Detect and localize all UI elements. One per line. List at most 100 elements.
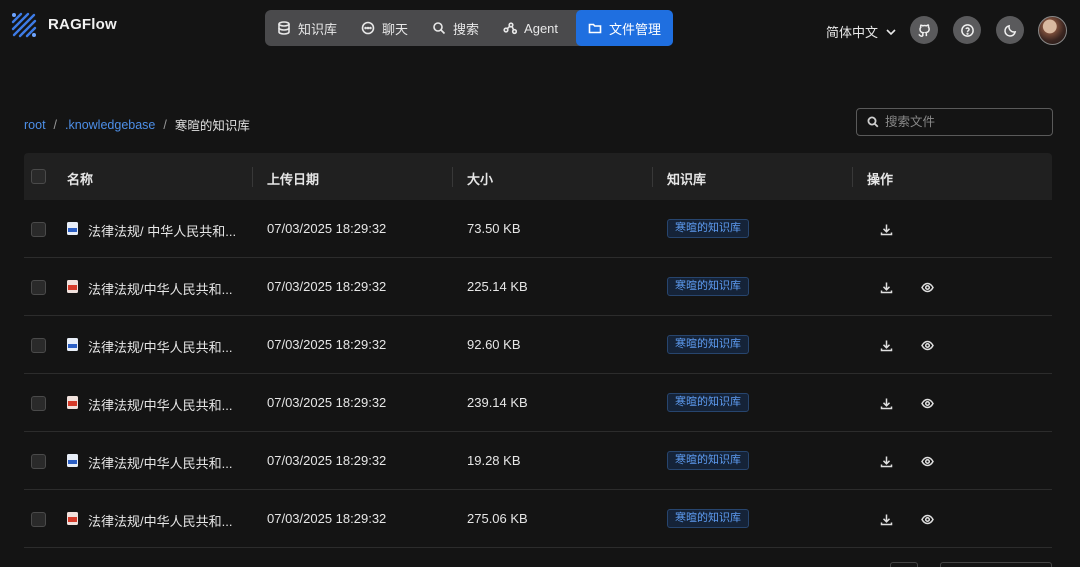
file-name[interactable]: 法律法规/中华人民共和...: [88, 337, 232, 356]
download-icon[interactable]: [880, 339, 893, 352]
moon-icon: [1003, 24, 1016, 37]
knowledge-base-tag: 寒暄的知识库: [667, 335, 749, 354]
upload-date: 07/03/2025 18:29:32: [267, 511, 387, 526]
knowledge-base-tag: 寒暄的知识库: [667, 393, 749, 412]
file-size: 239.14 KB: [467, 395, 528, 410]
nav-label: 文件管理: [608, 21, 661, 37]
table-body: 法律法规/ 中华人民共和... 07/03/2025 18:29:32 73.5…: [24, 200, 1052, 548]
file-size: 92.60 KB: [467, 337, 521, 352]
upload-date: 07/03/2025 18:29:32: [267, 221, 387, 236]
table-row[interactable]: 法律法规/中华人民共和... 07/03/2025 18:29:32 239.1…: [24, 374, 1052, 432]
search-icon: [433, 22, 446, 35]
database-icon: [278, 21, 290, 35]
table-row[interactable]: 法律法规/ 中华人民共和... 07/03/2025 18:29:32 73.5…: [24, 200, 1052, 258]
file-search-box[interactable]: [856, 108, 1053, 136]
upload-date: 07/03/2025 18:29:32: [267, 279, 387, 294]
breadcrumb-separator: /: [163, 117, 167, 132]
row-checkbox[interactable]: [31, 512, 46, 527]
table-row[interactable]: 法律法规/中华人民共和... 07/03/2025 18:29:32 225.1…: [24, 258, 1052, 316]
column-divider: [652, 167, 653, 187]
download-icon[interactable]: [880, 397, 893, 410]
row-checkbox[interactable]: [31, 338, 46, 353]
file-name[interactable]: 法律法规/中华人民共和...: [88, 453, 232, 472]
table-header: 名称 上传日期 大小 知识库 操作: [24, 153, 1052, 200]
column-divider: [452, 167, 453, 187]
upload-date: 07/03/2025 18:29:32: [267, 395, 387, 410]
pagination-page-button[interactable]: [890, 562, 918, 567]
user-avatar[interactable]: [1038, 16, 1067, 45]
download-icon[interactable]: [880, 281, 893, 294]
download-icon[interactable]: [880, 455, 893, 468]
breadcrumb-separator: /: [53, 117, 58, 132]
chevron-down-icon: [886, 28, 896, 35]
upload-date: 07/03/2025 18:29:32: [267, 453, 387, 468]
github-button[interactable]: [910, 16, 938, 44]
row-checkbox[interactable]: [31, 222, 46, 237]
file-size: 73.50 KB: [467, 221, 521, 236]
eye-preview-icon[interactable]: [921, 397, 934, 410]
file-table: 名称 上传日期 大小 知识库 操作 法律法规/ 中华人民共和... 07/03/…: [24, 153, 1052, 548]
column-upload-date[interactable]: 上传日期: [267, 169, 319, 188]
file-size: 19.28 KB: [467, 453, 521, 468]
file-name[interactable]: 法律法规/中华人民共和...: [88, 511, 232, 530]
chat-icon: [361, 21, 375, 35]
column-size[interactable]: 大小: [467, 169, 493, 188]
download-icon[interactable]: [880, 513, 893, 526]
pdf-file-icon: [67, 512, 78, 525]
doc-file-icon: [67, 338, 78, 351]
eye-preview-icon[interactable]: [921, 513, 934, 526]
top-header: RAGFlow 知识库 聊天 搜索 Agent 文件管理 简体中文: [0, 0, 1080, 60]
doc-file-icon: [67, 222, 78, 235]
column-divider: [252, 167, 253, 187]
nav-agent[interactable]: Agent: [491, 10, 570, 46]
nav-knowledge-base[interactable]: 知识库: [265, 10, 349, 46]
table-row[interactable]: 法律法规/中华人民共和... 07/03/2025 18:29:32 275.0…: [24, 490, 1052, 548]
ragflow-logo-icon[interactable]: [10, 11, 38, 39]
question-circle-icon: [960, 23, 974, 37]
file-size: 275.06 KB: [467, 511, 528, 526]
doc-file-icon: [67, 454, 78, 467]
table-row[interactable]: 法律法规/中华人民共和... 07/03/2025 18:29:32 19.28…: [24, 432, 1052, 490]
pagination-size-select[interactable]: [940, 562, 1052, 567]
breadcrumb-knowledgebase[interactable]: .knowledgebase: [65, 118, 155, 132]
column-knowledge-base: 知识库: [667, 172, 707, 187]
breadcrumb-root[interactable]: root: [24, 118, 46, 132]
knowledge-base-tag: 寒暄的知识库: [667, 219, 749, 238]
download-icon[interactable]: [880, 223, 893, 236]
language-selector[interactable]: 简体中文: [826, 22, 897, 41]
nav-chat[interactable]: 聊天: [349, 10, 420, 46]
breadcrumb: root / .knowledgebase / 寒暄的知识库: [24, 115, 250, 134]
column-divider: [852, 167, 853, 187]
file-name[interactable]: 法律法规/中华人民共和...: [88, 279, 232, 298]
eye-preview-icon[interactable]: [921, 339, 934, 352]
nav-label: 知识库: [298, 21, 338, 37]
github-icon: [917, 23, 930, 37]
eye-preview-icon[interactable]: [921, 281, 934, 294]
pdf-file-icon: [67, 396, 78, 409]
pdf-file-icon: [67, 280, 78, 293]
brand-name: RAGFlow: [48, 16, 117, 33]
upload-date: 07/03/2025 18:29:32: [267, 337, 387, 352]
file-size: 225.14 KB: [467, 279, 528, 294]
help-button[interactable]: [953, 16, 981, 44]
breadcrumb-current: 寒暄的知识库: [174, 119, 250, 133]
column-name[interactable]: 名称: [67, 169, 93, 188]
row-checkbox[interactable]: [31, 396, 46, 411]
agent-graph-icon: [503, 22, 518, 35]
select-all-checkbox[interactable]: [31, 169, 46, 184]
eye-preview-icon[interactable]: [921, 455, 934, 468]
knowledge-base-tag: 寒暄的知识库: [667, 451, 749, 470]
knowledge-base-tag: 寒暄的知识库: [667, 277, 749, 296]
file-search-input[interactable]: [885, 115, 1045, 129]
table-row[interactable]: 法律法规/中华人民共和... 07/03/2025 18:29:32 92.60…: [24, 316, 1052, 374]
theme-toggle-button[interactable]: [996, 16, 1024, 44]
row-checkbox[interactable]: [31, 280, 46, 295]
knowledge-base-tag: 寒暄的知识库: [667, 509, 749, 528]
nav-file-management[interactable]: 文件管理: [575, 10, 673, 46]
search-icon: [867, 116, 879, 128]
row-checkbox[interactable]: [31, 454, 46, 469]
file-name[interactable]: 法律法规/ 中华人民共和...: [88, 221, 236, 240]
file-name[interactable]: 法律法规/中华人民共和...: [88, 395, 232, 414]
main-nav: 知识库 聊天 搜索 Agent 文件管理: [265, 10, 673, 46]
nav-search[interactable]: 搜索: [420, 10, 491, 46]
